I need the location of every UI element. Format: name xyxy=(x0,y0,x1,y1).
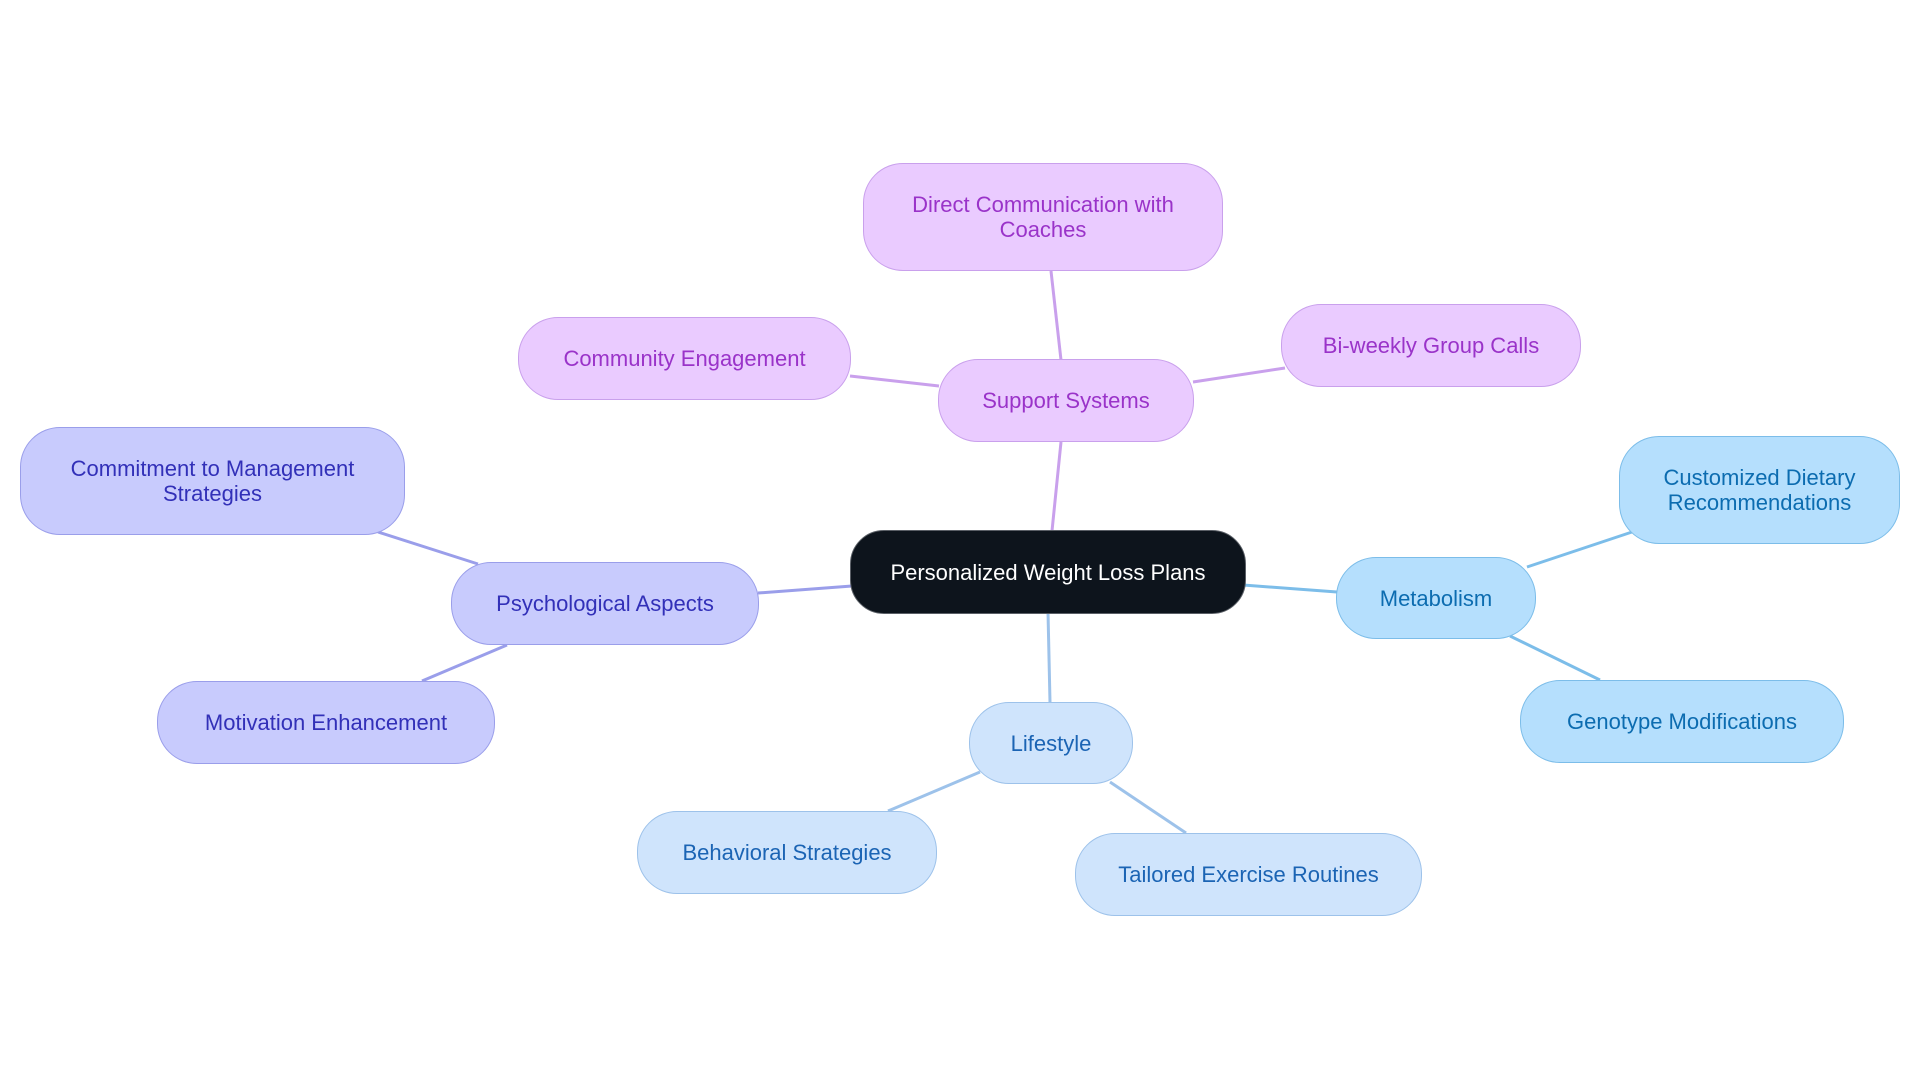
node-commitment-strategies[interactable]: Commitment to Management Strategies xyxy=(20,427,405,535)
node-psychological-aspects[interactable]: Psychological Aspects xyxy=(451,562,759,645)
edge-support-direct xyxy=(1049,270,1063,361)
root-node[interactable]: Personalized Weight Loss Plans xyxy=(850,530,1246,614)
edge-support-community xyxy=(849,374,940,388)
node-behavioral-strategies[interactable]: Behavioral Strategies xyxy=(637,811,937,894)
node-label: Support Systems xyxy=(982,388,1150,413)
node-tailored-exercise[interactable]: Tailored Exercise Routines xyxy=(1075,833,1422,916)
node-customized-dietary[interactable]: Customized Dietary Recommendations xyxy=(1619,436,1900,544)
edge-lifestyle-exercise xyxy=(1109,780,1187,835)
node-label: Customized Dietary Recommendations xyxy=(1663,465,1856,515)
node-direct-communication[interactable]: Direct Communication with Coaches xyxy=(863,163,1223,271)
node-label: Tailored Exercise Routines xyxy=(1118,862,1379,887)
edge-metabolism-dietary xyxy=(1526,530,1633,569)
node-label: Commitment to Management Strategies xyxy=(70,456,355,506)
node-label: Psychological Aspects xyxy=(496,591,714,616)
node-lifestyle[interactable]: Lifestyle xyxy=(969,702,1133,784)
node-label: Lifestyle xyxy=(1010,730,1092,756)
node-label: Bi-weekly Group Calls xyxy=(1322,333,1540,358)
node-label: Motivation Enhancement xyxy=(204,710,448,735)
node-label: Direct Communication with Coaches xyxy=(912,192,1174,242)
node-metabolism[interactable]: Metabolism xyxy=(1336,557,1536,639)
edge-root-support xyxy=(1050,441,1063,532)
node-label: Community Engagement xyxy=(563,346,806,371)
node-genotype-modifications[interactable]: Genotype Modifications xyxy=(1520,680,1844,763)
edge-root-lifestyle xyxy=(1046,611,1052,703)
edge-lifestyle-behavioral xyxy=(887,770,981,813)
edge-root-metabolism xyxy=(1242,583,1338,594)
edge-psych-motivation xyxy=(421,643,508,683)
edge-support-biweekly xyxy=(1192,366,1286,384)
node-label: Metabolism xyxy=(1379,585,1493,611)
edge-metabolism-genotype xyxy=(1509,634,1601,682)
node-support-systems[interactable]: Support Systems xyxy=(938,359,1194,442)
edge-root-psych xyxy=(757,584,853,595)
edge-psych-commitment xyxy=(377,530,479,566)
root-node-label: Personalized Weight Loss Plans xyxy=(890,559,1206,585)
node-biweekly-group-calls[interactable]: Bi-weekly Group Calls xyxy=(1281,304,1581,387)
node-community-engagement[interactable]: Community Engagement xyxy=(518,317,851,400)
node-label: Behavioral Strategies xyxy=(682,840,892,865)
node-label: Genotype Modifications xyxy=(1567,709,1797,734)
node-motivation-enhancement[interactable]: Motivation Enhancement xyxy=(157,681,495,764)
